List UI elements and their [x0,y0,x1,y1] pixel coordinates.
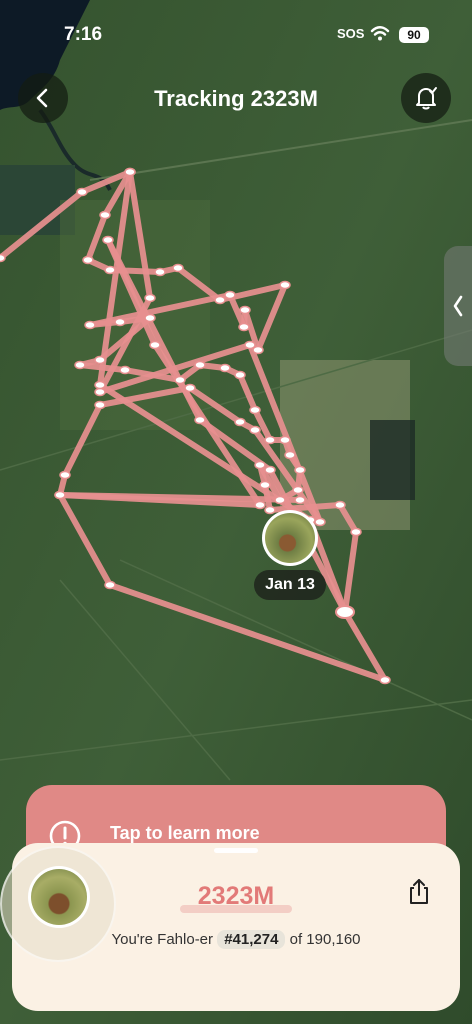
track-point[interactable] [314,517,326,527]
track-point-highlight[interactable] [335,605,355,619]
track-point[interactable] [238,322,250,332]
chevron-left-icon [453,295,463,317]
battery-indicator: 90 [399,27,429,43]
track-point[interactable] [194,415,206,425]
track-point[interactable] [124,167,136,177]
track-point[interactable] [94,380,106,390]
track-point[interactable] [104,580,116,590]
track-point[interactable] [234,417,246,427]
track-point[interactable] [76,187,88,197]
track-point[interactable] [244,340,256,350]
track-point[interactable] [334,500,346,510]
track-point[interactable] [172,263,184,273]
bell-check-icon [416,87,437,110]
track-point[interactable] [254,460,266,470]
track-point[interactable] [292,485,304,495]
track-point[interactable] [102,235,114,245]
track-point[interactable] [264,465,276,475]
track-point[interactable] [214,295,226,305]
track-point[interactable] [144,313,156,323]
track-point[interactable] [350,527,362,537]
track-point[interactable] [184,383,196,393]
rank-total: of 190,160 [289,931,361,948]
track-point[interactable] [59,470,71,480]
rank-badge: #41,274 [217,930,286,949]
track-point[interactable] [264,505,276,515]
tracked-animal-name: 2323M [197,882,275,910]
track-point[interactable] [219,363,231,373]
track-point[interactable] [249,405,261,415]
track-point[interactable] [174,375,186,385]
track-point[interactable] [82,255,94,265]
track-point[interactable] [74,360,86,370]
track-point[interactable] [239,305,251,315]
track-point[interactable] [279,435,291,445]
track-point[interactable] [194,360,206,370]
track-point[interactable] [224,290,236,300]
track-point[interactable] [249,425,261,435]
track-point[interactable] [0,253,6,263]
track-point[interactable] [274,495,286,505]
share-icon[interactable] [404,877,434,907]
track-point[interactable] [294,495,306,505]
track-point[interactable] [94,400,106,410]
track-point[interactable] [104,265,116,275]
field-plot [370,420,415,500]
animal-photo [265,513,315,563]
track-point[interactable] [99,210,111,220]
alerts-button[interactable] [401,73,451,123]
track-point[interactable] [264,435,276,445]
learn-more-text: Tap to learn more [110,823,260,843]
track-point[interactable] [114,317,126,327]
track-point[interactable] [279,280,291,290]
track-point[interactable] [94,387,106,397]
track-point[interactable] [54,490,66,500]
wifi-icon [370,26,390,41]
track-point[interactable] [379,675,391,685]
track-point[interactable] [119,365,131,375]
track-point[interactable] [154,267,166,277]
track-point[interactable] [254,500,266,510]
status-bar: 7:16 SOS 90 [0,22,472,50]
track-point[interactable] [149,340,161,350]
track-point[interactable] [259,480,271,490]
track-point[interactable] [144,293,156,303]
sos-indicator: SOS [337,26,365,41]
current-location-marker[interactable] [262,510,318,566]
status-time: 7:16 [64,24,103,45]
track-point[interactable] [294,465,306,475]
sheet-grabber[interactable] [214,848,258,853]
track-point[interactable] [94,355,106,365]
track-point[interactable] [284,450,296,460]
current-date-label: Jan 13 [254,570,326,600]
track-point[interactable] [84,320,96,330]
side-drawer-handle[interactable] [444,246,472,366]
track-point[interactable] [234,370,246,380]
rank-text: You're Fahlo-er #41,274 of 190,160 [0,930,472,949]
rank-prefix: You're Fahlo-er [111,931,214,948]
